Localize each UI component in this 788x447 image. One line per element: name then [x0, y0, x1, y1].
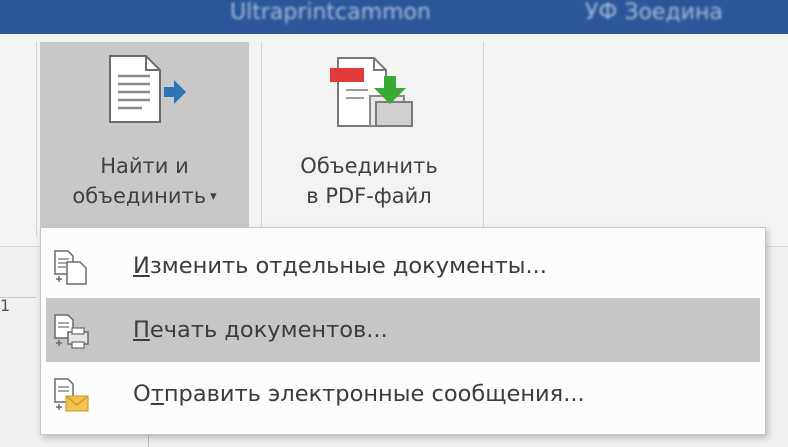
label-text: править электронные сообщения...: [163, 381, 585, 407]
label-text-prefix: О: [133, 381, 151, 407]
title-text-blurred-right: УФ Зоедина: [585, 0, 723, 25]
menu-item-label: Печать документов...: [133, 298, 388, 362]
document-arrow-icon: [109, 55, 186, 123]
title-bar: Ultraprintcammon УФ Зоедина: [0, 0, 788, 34]
edit-documents-icon: [54, 250, 87, 285]
print-documents-icon: [54, 314, 89, 349]
pdf-merge-icon: [330, 57, 413, 127]
menu-item-print-documents[interactable]: Печать документов...: [46, 298, 760, 362]
menu-item-send-email[interactable]: Отправить электронные сообщения...: [46, 362, 760, 426]
find-and-merge-button[interactable]: Найти и объединить ▾: [40, 42, 249, 237]
menu-item-label: Изменить отдельные документы...: [133, 234, 547, 298]
ribbon: Найти и объединить ▾ Объединить в PDF-фай…: [0, 34, 788, 247]
label-text: ечать документов...: [149, 317, 388, 343]
merge-pdf-label: Объединить в PDF-файл: [264, 151, 474, 211]
find-merge-line2: объединить: [72, 184, 207, 208]
find-merge-dropdown-menu: Изменить отдельные документы... Печать д…: [40, 227, 766, 435]
ribbon-separator: [483, 42, 484, 237]
merge-to-pdf-button[interactable]: Объединить в PDF-файл: [264, 42, 474, 237]
accelerator-key: т: [150, 381, 164, 407]
merge-pdf-line1: Объединить: [300, 154, 438, 178]
menu-item-edit-documents[interactable]: Изменить отдельные документы...: [46, 234, 760, 298]
chevron-down-icon: ▾: [210, 189, 217, 204]
ruler-stub-text: 1: [0, 296, 11, 315]
ribbon-separator: [36, 42, 37, 237]
accelerator-key: П: [133, 317, 150, 343]
menu-item-label: Отправить электронные сообщения...: [133, 362, 585, 426]
send-email-icon: [54, 378, 89, 412]
merge-pdf-line2: в PDF-файл: [306, 184, 432, 208]
ribbon-separator: [261, 42, 262, 237]
find-merge-label: Найти и объединить ▾: [40, 151, 249, 215]
accelerator-key: И: [133, 253, 150, 279]
find-merge-line1: Найти и: [100, 154, 189, 178]
label-text: зменить отдельные документы...: [149, 253, 547, 279]
title-text-blurred: Ultraprintcammon: [230, 0, 431, 25]
